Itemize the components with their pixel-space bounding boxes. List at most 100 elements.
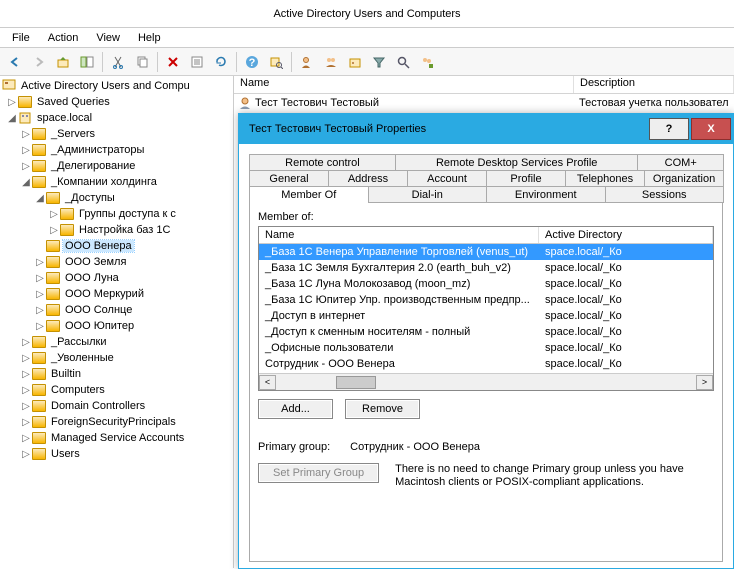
tree-root[interactable]: Active Directory Users and Compu	[2, 78, 231, 94]
tree-fsp[interactable]: ▷ForeignSecurityPrincipals	[2, 414, 231, 430]
list-item[interactable]: _База 1С Луна Молокозавод (moon_mz)space…	[259, 276, 713, 292]
tree-saved-queries[interactable]: ▷Saved Queries	[2, 94, 231, 110]
new-ou-button[interactable]	[344, 51, 366, 73]
tab-environment[interactable]: Environment	[486, 186, 606, 203]
list-row[interactable]: Тест Тестович Тестовый Тестовая учетка п…	[234, 94, 734, 112]
tree-delegation[interactable]: ▷_Делегирование	[2, 158, 231, 174]
scroll-thumb[interactable]	[336, 376, 376, 389]
menu-help[interactable]: Help	[130, 30, 169, 46]
tree-merkuriy[interactable]: ▷ООО Меркурий	[2, 286, 231, 302]
expand-icon[interactable]: ▷	[34, 305, 46, 316]
expand-icon[interactable]: ▷	[48, 209, 60, 220]
tab-organization[interactable]: Organization	[644, 170, 724, 187]
tree-cfg1c[interactable]: ▷Настройка баз 1С	[2, 222, 231, 238]
tree-servers[interactable]: ▷_Servers	[2, 126, 231, 142]
tab-general[interactable]: General	[249, 170, 329, 187]
tree-msa[interactable]: ▷Managed Service Accounts	[2, 430, 231, 446]
expand-icon[interactable]: ▷	[34, 321, 46, 332]
menu-action[interactable]: Action	[40, 30, 87, 46]
tree-jupiter[interactable]: ▷ООО Юпитер	[2, 318, 231, 334]
tree-access[interactable]: ◢_Доступы	[2, 190, 231, 206]
scroll-left-button[interactable]: <	[259, 375, 276, 390]
tree-groups[interactable]: ▷Группы доступа к с	[2, 206, 231, 222]
tab-remote-control[interactable]: Remote control	[249, 154, 396, 171]
tab-account[interactable]: Account	[407, 170, 487, 187]
tab-complus[interactable]: COM+	[637, 154, 724, 171]
list-item[interactable]: _Доступ в интернетspace.local/_Ко	[259, 308, 713, 324]
menu-view[interactable]: View	[88, 30, 128, 46]
help-button[interactable]: ?	[649, 118, 689, 140]
tree-mail[interactable]: ▷_Рассылки	[2, 334, 231, 350]
list-item[interactable]: _Офисные пользователиspace.local/_Ко	[259, 340, 713, 356]
tab-sessions[interactable]: Sessions	[605, 186, 725, 203]
tree-zemlya[interactable]: ▷ООО Земля	[2, 254, 231, 270]
collapse-icon[interactable]: ◢	[6, 113, 18, 124]
collapse-icon[interactable]: ◢	[34, 193, 46, 204]
search-button[interactable]	[392, 51, 414, 73]
expand-icon[interactable]: ▷	[20, 401, 32, 412]
tree-builtin[interactable]: ▷Builtin	[2, 366, 231, 382]
expand-icon[interactable]: ▷	[20, 161, 32, 172]
horizontal-scrollbar[interactable]: < >	[259, 373, 713, 390]
col-adds[interactable]: Active Directory	[539, 227, 713, 243]
dialog-titlebar[interactable]: Тест Тестович Тестовый Properties ? X	[239, 114, 733, 144]
member-of-list[interactable]: Name Active Directory _База 1С Венера Уп…	[258, 226, 714, 391]
new-user-button[interactable]	[296, 51, 318, 73]
expand-icon[interactable]: ▷	[20, 337, 32, 348]
tab-member-of[interactable]: Member Of	[249, 186, 369, 203]
col-name[interactable]: Name	[234, 76, 574, 93]
show-hide-tree-button[interactable]	[76, 51, 98, 73]
expand-icon[interactable]: ▷	[20, 417, 32, 428]
expand-icon[interactable]: ▷	[20, 353, 32, 364]
expand-icon[interactable]: ▷	[20, 145, 32, 156]
find-button[interactable]	[265, 51, 287, 73]
new-group-button[interactable]	[320, 51, 342, 73]
up-button[interactable]	[52, 51, 74, 73]
list-item[interactable]: Сотрудник - ООО Венераspace.local/_Ко	[259, 356, 713, 372]
list-item[interactable]: _Доступ к сменным носителям - полныйspac…	[259, 324, 713, 340]
add-to-group-button[interactable]	[416, 51, 438, 73]
col-name[interactable]: Name	[259, 227, 539, 243]
expand-icon[interactable]: ▷	[6, 97, 18, 108]
tree-admins[interactable]: ▷_Администраторы	[2, 142, 231, 158]
tree-venera[interactable]: ООО Венера	[2, 238, 231, 254]
expand-icon[interactable]: ▷	[48, 225, 60, 236]
tree-solnce[interactable]: ▷ООО Солнце	[2, 302, 231, 318]
tree-fired[interactable]: ▷_Уволенные	[2, 350, 231, 366]
tab-rdsp[interactable]: Remote Desktop Services Profile	[395, 154, 639, 171]
remove-button[interactable]: Remove	[345, 399, 420, 419]
expand-icon[interactable]: ▷	[20, 369, 32, 380]
properties-button[interactable]	[186, 51, 208, 73]
cut-button[interactable]	[107, 51, 129, 73]
delete-button[interactable]	[162, 51, 184, 73]
col-description[interactable]: Description	[574, 76, 734, 93]
nav-forward-button[interactable]	[28, 51, 50, 73]
expand-icon[interactable]: ▷	[20, 449, 32, 460]
tree-computers[interactable]: ▷Computers	[2, 382, 231, 398]
expand-icon[interactable]: ▷	[34, 289, 46, 300]
expand-icon[interactable]: ▷	[20, 385, 32, 396]
tree-holding[interactable]: ◢_Компании холдинга	[2, 174, 231, 190]
list-item[interactable]: _База 1С Юпитер Упр. производственным пр…	[259, 292, 713, 308]
add-button[interactable]: Add...	[258, 399, 333, 419]
nav-back-button[interactable]	[4, 51, 26, 73]
close-button[interactable]: X	[691, 118, 731, 140]
tree-domain[interactable]: ◢space.local	[2, 110, 231, 126]
list-item[interactable]: _База 1С Венера Управление Торговлей (ve…	[259, 244, 713, 260]
tree-luna[interactable]: ▷ООО Луна	[2, 270, 231, 286]
tab-address[interactable]: Address	[328, 170, 408, 187]
tree-dc[interactable]: ▷Domain Controllers	[2, 398, 231, 414]
filter-button[interactable]	[368, 51, 390, 73]
tab-dial-in[interactable]: Dial-in	[368, 186, 488, 203]
refresh-button[interactable]	[210, 51, 232, 73]
collapse-icon[interactable]: ◢	[20, 177, 32, 188]
tab-telephones[interactable]: Telephones	[565, 170, 645, 187]
expand-icon[interactable]: ▷	[20, 433, 32, 444]
expand-icon[interactable]: ▷	[34, 273, 46, 284]
scroll-right-button[interactable]: >	[696, 375, 713, 390]
help-button[interactable]: ?	[241, 51, 263, 73]
expand-icon[interactable]: ▷	[20, 129, 32, 140]
expand-icon[interactable]: ▷	[34, 257, 46, 268]
tree-users[interactable]: ▷Users	[2, 446, 231, 462]
tree-pane[interactable]: Active Directory Users and Compu ▷Saved …	[0, 76, 234, 568]
